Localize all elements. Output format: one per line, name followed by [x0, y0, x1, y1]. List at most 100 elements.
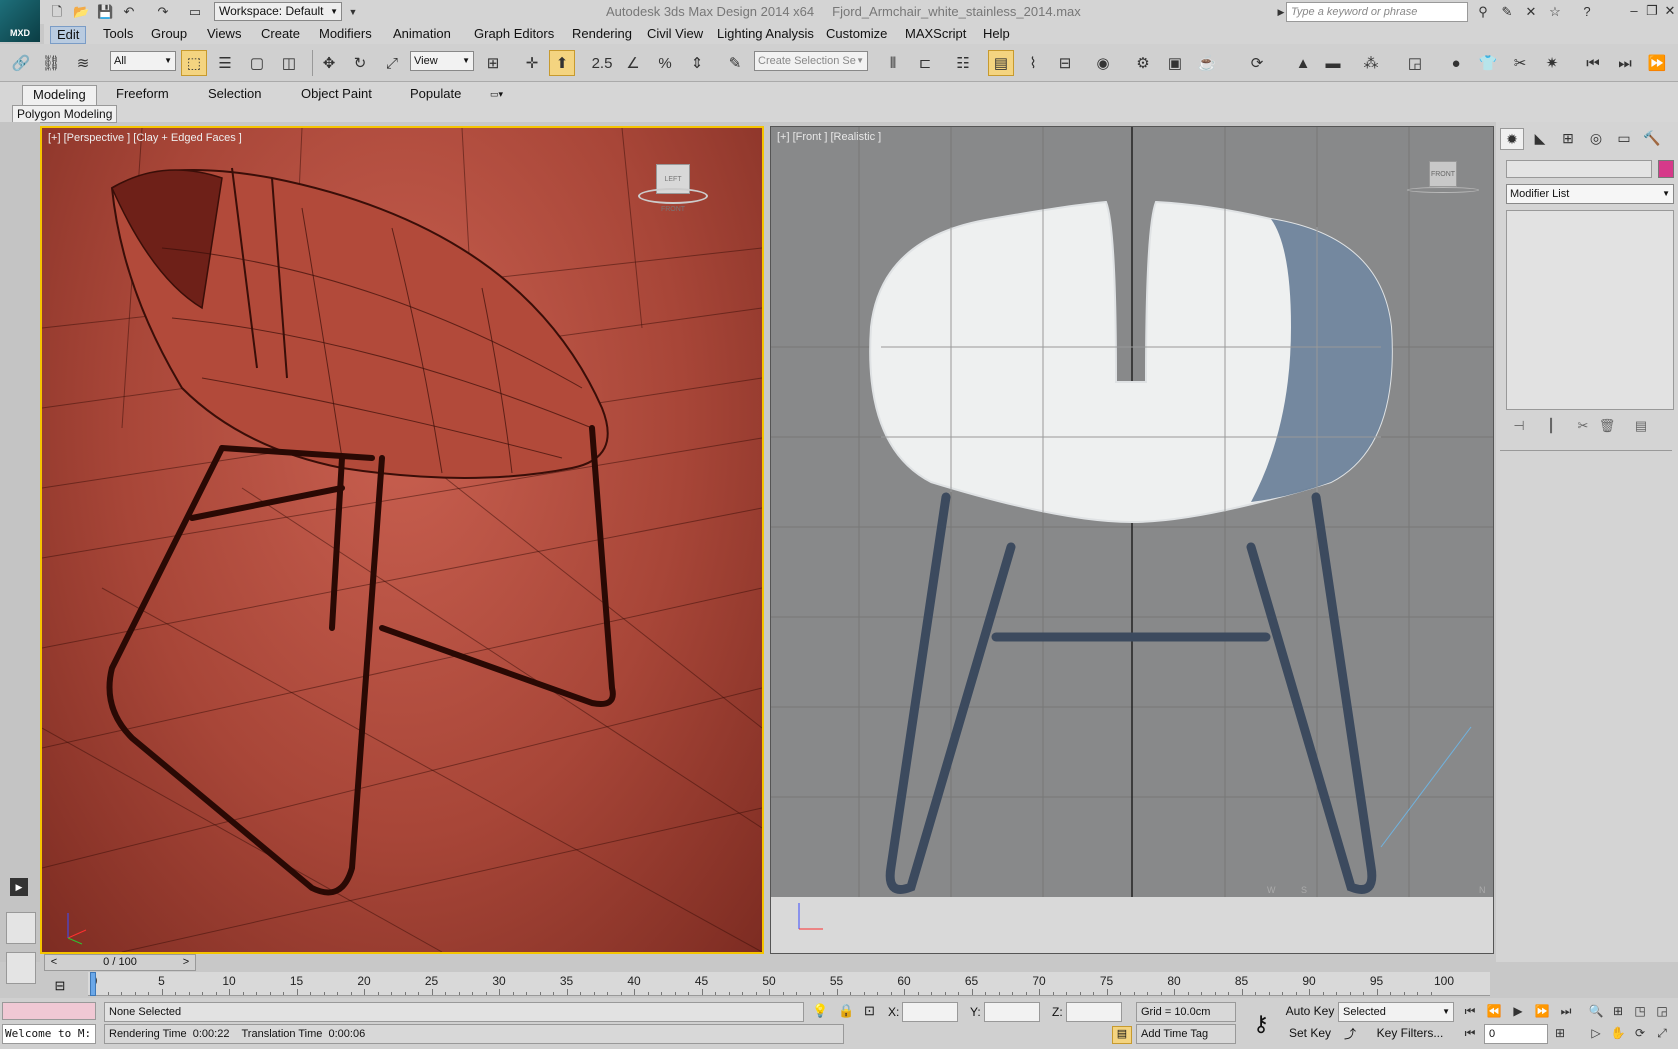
- y-coordinate-field[interactable]: [984, 1002, 1040, 1022]
- tab-selection[interactable]: Selection: [198, 85, 271, 105]
- key-filters-curve-icon[interactable]: ⤴: [1340, 1025, 1360, 1043]
- menu-rendering[interactable]: Rendering: [566, 26, 638, 44]
- measure-icon[interactable]: ▬: [1320, 50, 1346, 76]
- tab-freeform[interactable]: Freeform: [106, 85, 179, 105]
- current-frame-field[interactable]: 0: [1484, 1024, 1548, 1044]
- rewind-icon[interactable]: ⏮: [1580, 50, 1606, 76]
- perspective-viewport[interactable]: [+] [Perspective ] [Clay + Edged Faces ]…: [40, 126, 764, 954]
- modify-panel-icon[interactable]: ◣: [1528, 128, 1552, 150]
- play-forward-icon[interactable]: ⏭: [1612, 50, 1638, 76]
- add-time-tag-button[interactable]: Add Time Tag: [1136, 1024, 1236, 1044]
- zoom-icon[interactable]: 🔍: [1586, 1002, 1606, 1020]
- rotate-icon[interactable]: ↻: [347, 50, 373, 76]
- utilities-panel-icon[interactable]: 🔨: [1640, 128, 1664, 150]
- subscription-icon[interactable]: ✎: [1498, 2, 1516, 20]
- align-icon[interactable]: ⊏: [912, 50, 938, 76]
- viewcube[interactable]: LEFT FRONT: [638, 160, 708, 213]
- selection-lock-icon[interactable]: 🔒: [838, 1003, 854, 1019]
- key-mode-toggle-icon[interactable]: ⏮: [1460, 1024, 1480, 1042]
- select-by-name-icon[interactable]: ☰: [212, 50, 238, 76]
- key-filters-button[interactable]: Key Filters...: [1364, 1024, 1456, 1044]
- z-coordinate-field[interactable]: [1066, 1002, 1122, 1022]
- curve-editor-icon[interactable]: ⌇: [1020, 50, 1046, 76]
- selection-filter-dropdown[interactable]: All ▼: [110, 51, 176, 71]
- minimize-icon[interactable]: –: [1626, 3, 1642, 19]
- menu-views[interactable]: Views: [201, 26, 247, 44]
- undo-icon[interactable]: ↶: [120, 2, 138, 20]
- perspective-viewport-label[interactable]: [+] [Perspective ] [Clay + Edged Faces ]: [48, 132, 242, 144]
- zoom-all-icon[interactable]: ⊞: [1608, 1002, 1628, 1020]
- mini-curve-editor-icon[interactable]: ⊟: [48, 978, 72, 996]
- zoom-extents-icon[interactable]: ◳: [1630, 1002, 1650, 1020]
- modifier-list-dropdown[interactable]: Modifier List ▼: [1506, 184, 1674, 204]
- viewport-layout-tab-icon[interactable]: [6, 912, 36, 944]
- zoom-extents-all-icon[interactable]: ◲: [1652, 1002, 1672, 1020]
- menu-modifiers[interactable]: Modifiers: [313, 26, 378, 44]
- menu-animation[interactable]: Animation: [387, 26, 457, 44]
- select-object-icon[interactable]: ⬚: [181, 50, 207, 76]
- menu-lighting-analysis[interactable]: Lighting Analysis: [711, 26, 820, 44]
- menu-customize[interactable]: Customize: [820, 26, 893, 44]
- key-mode-dropdown[interactable]: Selected ▼: [1338, 1002, 1454, 1022]
- camera-icon[interactable]: ✂: [1507, 50, 1533, 76]
- app-logo-button[interactable]: MXD: [0, 0, 40, 42]
- expand-left-panel-icon[interactable]: ▶: [10, 878, 28, 896]
- communication-icon[interactable]: ✕: [1522, 2, 1540, 20]
- panel-polygon-modeling[interactable]: Polygon Modeling: [12, 105, 118, 123]
- play-icon[interactable]: ▶: [1508, 1002, 1528, 1020]
- rectangular-selection-icon[interactable]: ▢: [244, 50, 270, 76]
- ribbon-options-icon[interactable]: ▭▾: [480, 85, 513, 105]
- time-slider-next-icon[interactable]: >: [179, 955, 193, 970]
- tab-object-paint[interactable]: Object Paint: [291, 85, 382, 105]
- named-selection-sets-dropdown[interactable]: Create Selection Se ▼: [754, 51, 868, 71]
- edit-named-selection-icon[interactable]: ✎: [722, 50, 748, 76]
- previous-frame-icon[interactable]: ⏪: [1484, 1002, 1504, 1020]
- civil-view-icon[interactable]: ▲: [1290, 50, 1316, 76]
- set-key-button[interactable]: Set Key: [1284, 1024, 1336, 1044]
- restore-icon[interactable]: ❐: [1644, 3, 1660, 19]
- menu-graph-editors[interactable]: Graph Editors: [468, 26, 560, 44]
- graphite-toolbox-icon[interactable]: ▤: [988, 50, 1014, 76]
- menu-help[interactable]: Help: [977, 26, 1016, 44]
- open-file-icon[interactable]: 📂: [72, 2, 90, 20]
- pin-stack-icon[interactable]: ⊣: [1508, 418, 1530, 438]
- menu-group[interactable]: Group: [145, 26, 193, 44]
- window-crossing-icon[interactable]: ◫: [276, 50, 302, 76]
- pan-view-icon[interactable]: ✋: [1608, 1024, 1628, 1042]
- select-manipulate-icon[interactable]: ✛: [519, 50, 545, 76]
- help-icon[interactable]: ?: [1578, 2, 1596, 20]
- render-setup-icon[interactable]: ⚙: [1130, 50, 1156, 76]
- orbit-icon[interactable]: ⟳: [1630, 1024, 1650, 1042]
- spinner-snap-icon[interactable]: ⇕: [684, 50, 710, 76]
- select-and-link-icon[interactable]: 🔗: [8, 50, 34, 76]
- menu-maxscript[interactable]: MAXScript: [899, 26, 972, 44]
- new-file-icon[interactable]: 🗋: [48, 2, 66, 20]
- sphere-icon[interactable]: ●: [1443, 50, 1469, 76]
- viewport-layout-tab-2-icon[interactable]: [6, 952, 36, 984]
- mirror-icon[interactable]: ⫴: [880, 50, 906, 76]
- redo-icon[interactable]: ↷: [154, 2, 172, 20]
- keyboard-shortcut-override-icon[interactable]: ⬆: [549, 50, 575, 76]
- front-viewport[interactable]: [+] [Front ] [Realistic ] FRONT W S N: [770, 126, 1494, 954]
- menu-edit[interactable]: Edit: [50, 26, 87, 44]
- next-frame-icon[interactable]: ⏩: [1532, 1002, 1552, 1020]
- reference-coordinate-dropdown[interactable]: View ▼: [410, 51, 474, 71]
- unlink-selection-icon[interactable]: ⛓: [38, 50, 64, 76]
- menu-civil-view[interactable]: Civil View: [641, 26, 709, 44]
- percent-snap-icon[interactable]: %: [652, 50, 678, 76]
- material-editor-icon[interactable]: ◉: [1090, 50, 1116, 76]
- display-panel-icon[interactable]: ▭: [1612, 128, 1636, 150]
- scale-icon[interactable]: ⤢: [379, 50, 405, 76]
- maxscript-listener[interactable]: Welcome to M:: [2, 1024, 96, 1044]
- toolbar-overflow-icon[interactable]: ⏩: [1644, 50, 1670, 76]
- auto-key-button[interactable]: Auto Key: [1284, 1002, 1336, 1022]
- refresh-icon[interactable]: ⟳: [1244, 50, 1270, 76]
- tab-modeling[interactable]: Modeling: [22, 85, 97, 105]
- object-name-field[interactable]: [1506, 160, 1652, 178]
- time-configuration-icon[interactable]: ⊞: [1550, 1024, 1570, 1042]
- schematic-view-icon[interactable]: ⊟: [1052, 50, 1078, 76]
- go-to-start-icon[interactable]: ⏮: [1460, 1002, 1480, 1020]
- make-unique-icon[interactable]: ✂: [1572, 418, 1594, 438]
- shirt-icon[interactable]: 👕: [1475, 50, 1501, 76]
- show-end-result-icon[interactable]: ┃: [1540, 418, 1562, 438]
